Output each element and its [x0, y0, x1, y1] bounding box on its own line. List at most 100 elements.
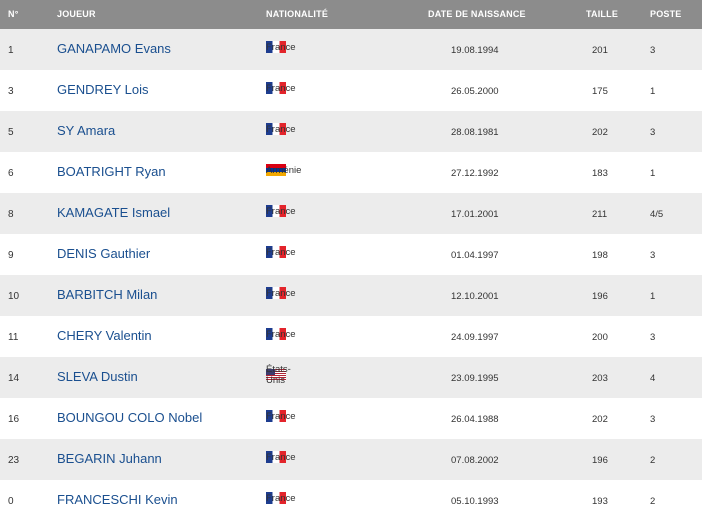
- player-position: 4: [650, 373, 656, 384]
- player-height: 202: [592, 414, 608, 425]
- player-name-link[interactable]: GANAPAMO Evans: [57, 41, 171, 56]
- player-name-link[interactable]: GENDREY Lois: [57, 82, 149, 97]
- table-row: 14 SLEVA Dustin États-Unis 23.09.1995 203 4: [0, 357, 702, 398]
- header-num: N°: [8, 9, 19, 19]
- table-row: 11 CHERY Valentin France 24.09.1997 200 3: [0, 316, 702, 357]
- player-birthdate: 07.08.2002: [451, 455, 499, 466]
- player-height: 202: [592, 127, 608, 138]
- table-row: 1 GANAPAMO Evans France 19.08.1994 201 3: [0, 29, 702, 70]
- table-row: 5 SY Amara France 28.08.1981 202 3: [0, 111, 702, 152]
- table-row: 0 FRANCESCHI Kevin France 05.10.1993 193 2: [0, 480, 702, 521]
- player-height: 203: [592, 373, 608, 384]
- player-position: 1: [650, 86, 656, 97]
- nationality-label: France: [266, 41, 296, 53]
- player-position: 3: [650, 45, 656, 56]
- player-height: 196: [592, 455, 608, 466]
- nationality-label: États-Unis: [266, 364, 291, 386]
- player-birthdate: 26.05.2000: [451, 86, 499, 97]
- player-height: 183: [592, 168, 608, 179]
- player-height: 201: [592, 45, 608, 56]
- player-number: 3: [8, 86, 14, 97]
- player-position: 4/5: [650, 209, 664, 220]
- player-number: 8: [8, 209, 14, 220]
- player-nationality: France: [266, 327, 296, 341]
- player-height: 196: [592, 291, 608, 302]
- player-nationality: France: [266, 245, 296, 259]
- player-position: 2: [650, 496, 656, 507]
- player-name-link[interactable]: BOATRIGHT Ryan: [57, 164, 166, 179]
- player-position: 3: [650, 332, 656, 343]
- player-nationality: France: [266, 450, 296, 464]
- player-number: 6: [8, 168, 14, 179]
- header-position: POSTE: [650, 9, 682, 19]
- header-nationality: NATIONALITÉ: [266, 9, 329, 19]
- player-birthdate: 26.04.1988: [451, 414, 499, 425]
- player-position: 2: [650, 455, 656, 466]
- player-nationality: France: [266, 122, 296, 136]
- player-birthdate: 12.10.2001: [451, 291, 499, 302]
- player-name-link[interactable]: BEGARIN Juhann: [57, 451, 162, 466]
- player-birthdate: 19.08.1994: [451, 45, 499, 56]
- player-name-link[interactable]: CHERY Valentin: [57, 328, 152, 343]
- nationality-label: France: [266, 451, 296, 463]
- player-number: 9: [8, 250, 14, 261]
- nationality-label: France: [266, 328, 296, 340]
- player-birthdate: 27.12.1992: [451, 168, 499, 179]
- player-name-link[interactable]: KAMAGATE Ismael: [57, 205, 170, 220]
- player-nationality: France: [266, 409, 296, 423]
- player-nationality: Arménie: [266, 163, 301, 177]
- player-height: 198: [592, 250, 608, 261]
- table-row: 16 BOUNGOU COLO Nobel France 26.04.1988 202 3: [0, 398, 702, 439]
- nationality-label: France: [266, 123, 296, 135]
- player-position: 3: [650, 127, 656, 138]
- player-nationality: France: [266, 286, 296, 300]
- player-birthdate: 01.04.1997: [451, 250, 499, 261]
- player-name-link[interactable]: BARBITCH Milan: [57, 287, 157, 302]
- player-height: 193: [592, 496, 608, 507]
- player-name-link[interactable]: FRANCESCHI Kevin: [57, 492, 178, 507]
- nationality-label: Arménie: [266, 164, 302, 176]
- player-height: 200: [592, 332, 608, 343]
- header-birthdate: DATE DE NAISSANCE: [428, 9, 526, 19]
- table-row: 23 BEGARIN Juhann France 07.08.2002 196 2: [0, 439, 702, 480]
- player-position: 1: [650, 291, 656, 302]
- player-number: 16: [8, 414, 20, 425]
- player-birthdate: 24.09.1997: [451, 332, 499, 343]
- player-nationality: France: [266, 81, 296, 95]
- player-name-link[interactable]: BOUNGOU COLO Nobel: [57, 410, 202, 425]
- player-number: 23: [8, 455, 20, 466]
- player-nationality: France: [266, 204, 296, 218]
- player-position: 3: [650, 250, 656, 261]
- player-birthdate: 17.01.2001: [451, 209, 499, 220]
- nationality-label: France: [266, 492, 296, 504]
- player-number: 5: [8, 127, 14, 138]
- nationality-label: France: [266, 287, 296, 299]
- player-nationality: France: [266, 491, 296, 505]
- player-nationality: France: [266, 40, 296, 54]
- nationality-label: France: [266, 410, 296, 422]
- player-number: 14: [8, 373, 20, 384]
- player-nationality: États-Unis: [266, 364, 291, 386]
- player-number: 11: [8, 332, 19, 343]
- header-player: JOUEUR: [57, 9, 96, 19]
- player-position: 3: [650, 414, 656, 425]
- nationality-label: France: [266, 82, 296, 94]
- table-row: 8 KAMAGATE Ismael France 17.01.2001 211 4/5: [0, 193, 702, 234]
- player-name-link[interactable]: SLEVA Dustin: [57, 369, 138, 384]
- player-birthdate: 23.09.1995: [451, 373, 499, 384]
- player-name-link[interactable]: DENIS Gauthier: [57, 246, 150, 261]
- player-birthdate: 28.08.1981: [451, 127, 499, 138]
- table-row: 6 BOATRIGHT Ryan Arménie 27.12.1992 183 1: [0, 152, 702, 193]
- nationality-label: France: [266, 246, 296, 258]
- player-height: 211: [592, 209, 608, 220]
- player-birthdate: 05.10.1993: [451, 496, 499, 507]
- player-position: 1: [650, 168, 656, 179]
- table-row: 3 GENDREY Lois France 26.05.2000 175 1: [0, 70, 702, 111]
- header-height: TAILLE: [586, 9, 619, 19]
- player-name-link[interactable]: SY Amara: [57, 123, 115, 138]
- table-header: N° JOUEUR NATIONALITÉ DATE DE NAISSANCE …: [0, 0, 702, 29]
- roster-table: N° JOUEUR NATIONALITÉ DATE DE NAISSANCE …: [0, 0, 702, 521]
- nationality-label: France: [266, 205, 296, 217]
- table-row: 10 BARBITCH Milan France 12.10.2001 196 1: [0, 275, 702, 316]
- player-number: 0: [8, 496, 14, 507]
